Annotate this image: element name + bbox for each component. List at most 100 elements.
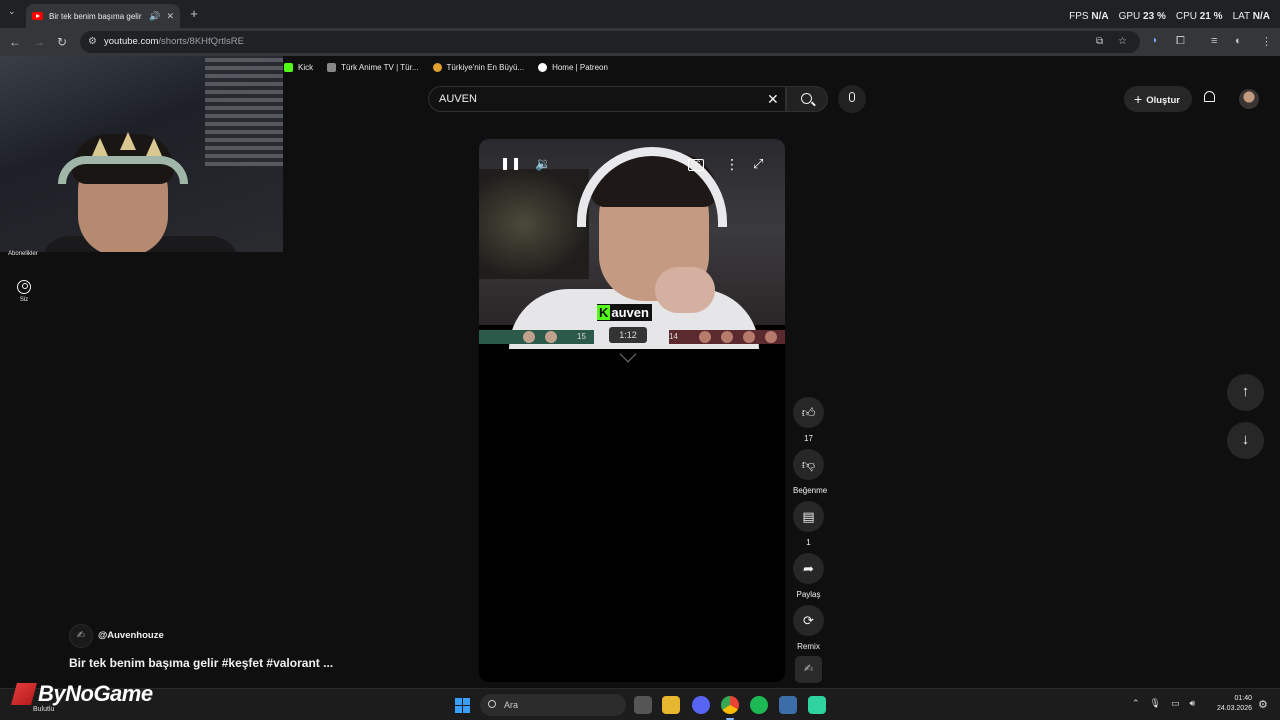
hat-spike (92, 138, 108, 156)
video-person-hands (655, 267, 715, 313)
browser-toolbar: ← → ↻ ⚙ youtube.com/shorts/8KHfQrtlsRE ⧉… (0, 28, 1280, 56)
profile-icon[interactable]: ◐ (1235, 35, 1242, 47)
clock[interactable]: 01:40 24.03.2026 (1210, 694, 1252, 714)
microphone-icon[interactable]: 🎙︎ (1150, 698, 1161, 709)
previous-short-button[interactable]: ↑ (1227, 374, 1264, 411)
chrome-icon[interactable] (721, 696, 739, 714)
remix-icon: ⟳ (803, 613, 814, 628)
avatar[interactable] (1239, 89, 1259, 109)
clock-time: 01:40 (1234, 695, 1252, 702)
windows-start-icon[interactable] (455, 698, 470, 713)
comments-button[interactable]: ▤ (793, 501, 824, 532)
bookmark-turk-anime[interactable]: Türk Anime TV | Tür... (327, 62, 419, 72)
file-explorer-icon[interactable] (662, 696, 680, 714)
dislike-label: Beğenme (793, 486, 828, 495)
settings-gear-icon[interactable]: ⚙ (1258, 698, 1268, 711)
video-title[interactable]: Bir tek benim başıma gelir #keşfet #valo… (69, 656, 333, 670)
score-left: 15 (577, 332, 586, 341)
task-view-icon[interactable] (634, 696, 652, 714)
browser-menu-icon[interactable]: ⋮ (1261, 35, 1272, 48)
extension-sync-icon[interactable]: ◗ (1152, 35, 1158, 46)
like-action[interactable]: 👍︎ 17 (793, 397, 824, 443)
speaker-icon[interactable]: 🔊︎ (1190, 698, 1196, 709)
search-input[interactable]: AUVEN (428, 86, 786, 112)
new-tab-button[interactable]: + (186, 6, 202, 22)
dislike-action[interactable]: 👎︎ Beğenme (793, 449, 828, 495)
spotify-icon[interactable] (750, 696, 768, 714)
media-queue-icon[interactable]: ≡ (1211, 35, 1217, 47)
bookmark-kick[interactable]: Kick (284, 62, 313, 72)
notifications-button[interactable] (1203, 91, 1217, 105)
account-icon (17, 280, 31, 294)
score-right: 14 (669, 332, 678, 341)
remix-action[interactable]: ⟳ Remix (793, 605, 824, 651)
share-arrow-icon: ➦ (803, 561, 814, 576)
comment-icon: ▤ (802, 509, 815, 524)
taskbar-search[interactable]: Ara (480, 694, 626, 716)
gpu-stat: GPU 23 % (1118, 11, 1166, 22)
tab-search-chevron-icon[interactable]: ⌄ (8, 6, 16, 17)
webcam-overlay (0, 56, 283, 252)
install-app-icon[interactable]: ⧉ (1096, 31, 1103, 53)
webcam-background-poster (205, 56, 283, 166)
captions-button[interactable]: CC (688, 159, 704, 171)
bynogame-mark-icon (11, 683, 37, 705)
reload-icon[interactable]: ↻ (57, 35, 67, 49)
next-short-button[interactable]: ↓ (1227, 422, 1264, 459)
bynogame-logo: ByNoGame (11, 681, 153, 707)
bell-icon (1204, 91, 1215, 102)
sidebar-item-you[interactable]: Siz (12, 280, 36, 303)
tab-audio-icon[interactable]: 🔊 (149, 11, 160, 22)
sound-thumbnail[interactable]: ✍ (795, 656, 822, 683)
back-arrow-icon[interactable]: ← (9, 35, 21, 49)
agent-portrait (699, 331, 711, 343)
share-label: Paylaş (796, 590, 821, 599)
clock-date: 24.03.2026 (1216, 705, 1252, 712)
search-button[interactable] (786, 86, 828, 112)
search-icon (801, 93, 812, 104)
fullscreen-icon[interactable]: ⤢ (753, 156, 763, 172)
tab-title: Bir tek benim başıma gelir # (49, 11, 144, 21)
create-button[interactable]: + Oluştur (1124, 86, 1192, 112)
bookmark-patreon[interactable]: Home | Patreon (538, 62, 608, 72)
like-button[interactable]: 👍︎ (793, 397, 824, 428)
share-action[interactable]: ➦ Paylaş (793, 553, 824, 599)
share-button[interactable]: ➦ (793, 553, 824, 584)
clear-search-icon[interactable]: ✕ (767, 91, 779, 108)
video-frame[interactable]: Kauven (479, 139, 785, 349)
performance-overlay: FPS N/A GPU 23 % CPU 21 % LAT N/A (1069, 11, 1270, 22)
arrow-up-icon: ↑ (1241, 383, 1250, 400)
app-icon[interactable] (808, 696, 826, 714)
weather-widget[interactable]: Bulutlu (33, 706, 54, 713)
site-info-icon[interactable]: ⚙ (88, 31, 97, 53)
network-icon[interactable]: ▭ (1171, 698, 1180, 709)
app-icon[interactable] (779, 696, 797, 714)
comment-count: 1 (806, 538, 811, 547)
anime-favicon-icon (327, 62, 337, 72)
bookmark-turkiye[interactable]: Türkiye'nin En Büyü... (432, 62, 524, 72)
extensions-puzzle-icon[interactable]: ⧠ (1176, 35, 1185, 48)
shorts-player[interactable]: Kauven ❚❚ 🔉 CC ⋮ ⤢ 15 1:12 14 (479, 139, 785, 682)
comment-action[interactable]: ▤ 1 (793, 501, 824, 547)
channel-avatar[interactable]: ✍ (69, 624, 93, 648)
voice-search-button[interactable] (838, 85, 866, 113)
url-host: youtube.com (104, 36, 159, 47)
volume-icon[interactable]: 🔉 (535, 156, 551, 172)
remix-button[interactable]: ⟳ (793, 605, 824, 636)
agent-portrait (523, 331, 535, 343)
tray-expand-icon[interactable]: ⌃ (1132, 698, 1140, 709)
forward-arrow-icon[interactable]: → (33, 35, 45, 49)
kick-streamer-tag: Kauven (597, 304, 652, 321)
kick-favicon-icon (284, 62, 293, 72)
tab-close-icon[interactable]: ✕ (166, 11, 174, 22)
more-options-icon[interactable]: ⋮ (725, 156, 739, 173)
hat-spike (120, 132, 136, 150)
pause-icon[interactable]: ❚❚ (500, 156, 522, 170)
browser-tab-active[interactable]: Bir tek benim başıma gelir # 🔊 ✕ (26, 4, 180, 28)
subscriptions-label[interactable]: Abonelikler (8, 251, 38, 257)
dislike-button[interactable]: 👎︎ (793, 449, 824, 480)
discord-icon[interactable] (692, 696, 710, 714)
address-bar[interactable]: ⚙ youtube.com/shorts/8KHfQrtlsRE ⧉ ☆ (80, 31, 1140, 53)
channel-handle[interactable]: @Auvenhouze (98, 630, 164, 641)
bookmark-star-icon[interactable]: ☆ (1118, 31, 1127, 53)
